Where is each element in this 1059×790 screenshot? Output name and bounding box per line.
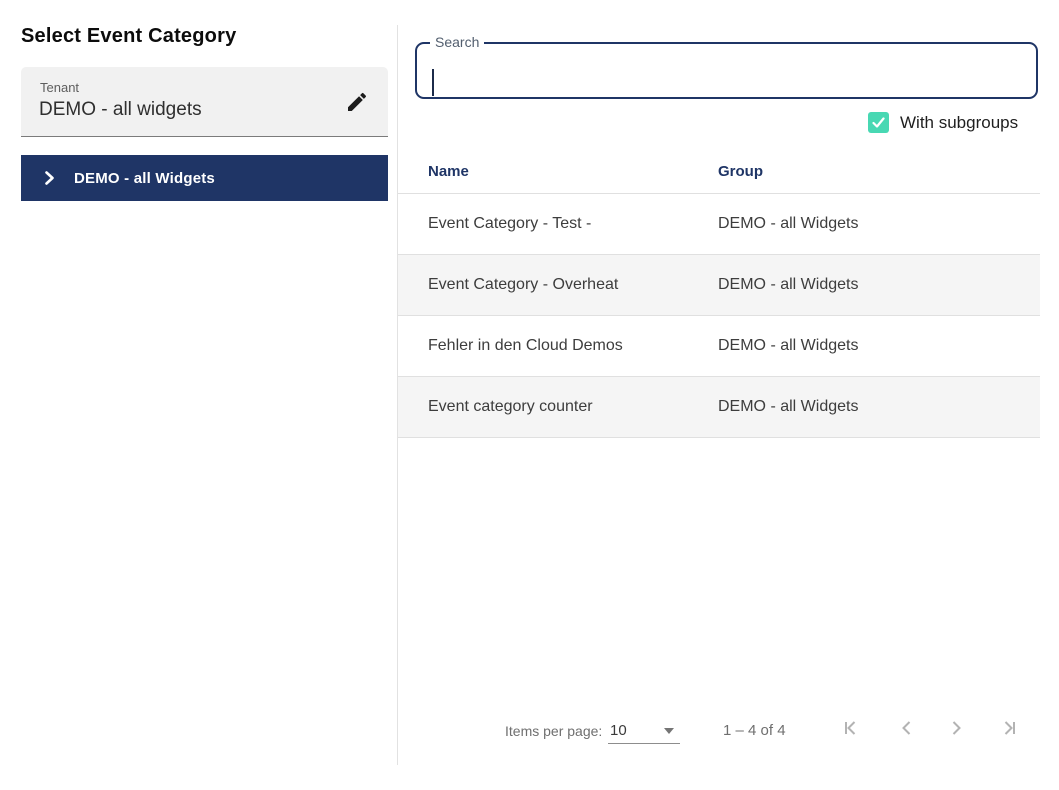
cell-group: DEMO - all Widgets bbox=[718, 398, 859, 415]
checkbox-box[interactable] bbox=[868, 112, 889, 133]
edit-tenant-button[interactable] bbox=[342, 87, 372, 117]
chevron-right-icon bbox=[944, 716, 968, 740]
column-header-name: Name bbox=[428, 163, 469, 180]
tree-item-label: DEMO - all Widgets bbox=[74, 169, 215, 187]
cell-group: DEMO - all Widgets bbox=[718, 337, 859, 354]
select-event-category-dialog: Select Event Category Tenant DEMO - all … bbox=[0, 0, 1059, 790]
previous-page-button[interactable] bbox=[890, 711, 924, 745]
pencil-icon bbox=[345, 90, 369, 114]
cell-name: Event Category - Overheat bbox=[428, 276, 619, 293]
chevron-left-icon bbox=[895, 716, 919, 740]
page-title: Select Event Category bbox=[21, 25, 237, 47]
tenant-field-label: Tenant bbox=[40, 80, 80, 95]
event-category-table: Name Group Event Category - Test - DEMO … bbox=[398, 148, 1040, 438]
column-header-group: Group bbox=[718, 163, 763, 180]
tree-item-demo-all-widgets[interactable]: DEMO - all Widgets bbox=[21, 155, 388, 201]
table-body: Event Category - Test - DEMO - all Widge… bbox=[398, 194, 1040, 438]
paginator: Items per page: 10 1 – 4 of 4 bbox=[398, 705, 1040, 761]
next-page-button[interactable] bbox=[939, 711, 973, 745]
table-row[interactable]: Fehler in den Cloud Demos DEMO - all Wid… bbox=[398, 316, 1040, 377]
items-per-page-label: Items per page: bbox=[505, 723, 603, 739]
dropdown-arrow-icon bbox=[664, 728, 674, 734]
first-page-button[interactable] bbox=[834, 711, 868, 745]
page-range-label: 1 – 4 of 4 bbox=[723, 722, 786, 739]
search-field: Search bbox=[415, 34, 1038, 99]
last-page-button[interactable] bbox=[992, 711, 1026, 745]
cell-name: Fehler in den Cloud Demos bbox=[428, 337, 623, 354]
table-header-row: Name Group bbox=[398, 148, 1040, 194]
first-page-icon bbox=[839, 716, 863, 740]
items-per-page-select[interactable]: 10 bbox=[608, 717, 680, 744]
search-field-label: Search bbox=[430, 34, 485, 50]
table-row[interactable]: Event category counter DEMO - all Widget… bbox=[398, 377, 1040, 438]
items-per-page-value: 10 bbox=[610, 722, 627, 739]
table-row[interactable]: Event Category - Test - DEMO - all Widge… bbox=[398, 194, 1040, 255]
table-row[interactable]: Event Category - Overheat DEMO - all Wid… bbox=[398, 255, 1040, 316]
check-icon bbox=[871, 115, 886, 130]
text-caret bbox=[432, 69, 434, 96]
cell-group: DEMO - all Widgets bbox=[718, 276, 859, 293]
with-subgroups-label: With subgroups bbox=[900, 112, 1019, 132]
with-subgroups-checkbox[interactable]: With subgroups bbox=[868, 112, 1018, 133]
last-page-icon bbox=[997, 716, 1021, 740]
chevron-right-icon[interactable] bbox=[40, 169, 58, 187]
tenant-field: Tenant DEMO - all widgets bbox=[21, 67, 388, 137]
tenant-field-value: DEMO - all widgets bbox=[39, 99, 202, 120]
cell-name: Event Category - Test - bbox=[428, 215, 592, 232]
cell-group: DEMO - all Widgets bbox=[718, 215, 859, 232]
search-input[interactable] bbox=[433, 56, 1018, 88]
cell-name: Event category counter bbox=[428, 398, 593, 415]
